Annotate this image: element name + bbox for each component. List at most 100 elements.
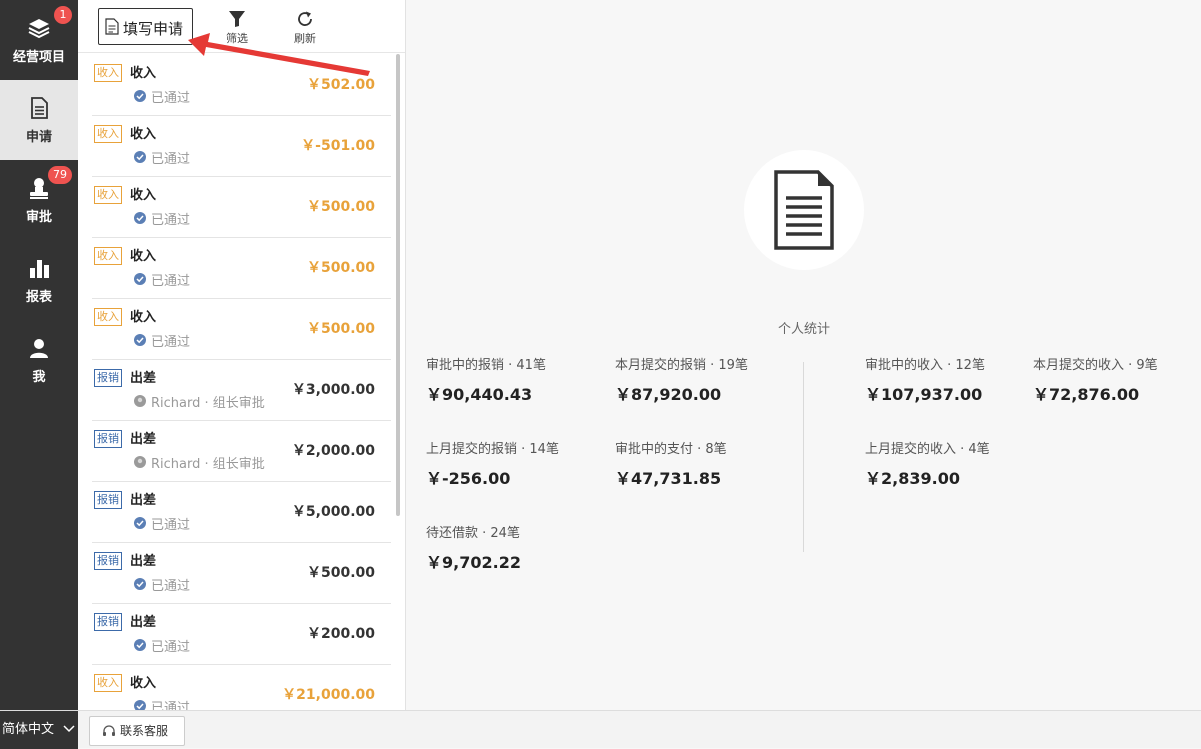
item-title: 收入 xyxy=(130,310,157,325)
type-tag: 收入 xyxy=(94,125,122,143)
type-tag: 报销 xyxy=(94,491,122,509)
check-circle-icon xyxy=(134,578,146,590)
filter-icon xyxy=(229,11,245,27)
item-status: Richard · 组长审批 xyxy=(151,396,265,411)
filter-label: 筛选 xyxy=(226,32,248,45)
stat-value: ￥90,440.43 xyxy=(426,385,533,404)
stat-label: 审批中的支付 · 8笔 xyxy=(615,442,727,457)
item-amount: ￥-501.00 xyxy=(301,138,375,154)
list-item[interactable]: 收入 收入 已通过 ￥500.00 xyxy=(92,238,391,299)
item-title: 收入 xyxy=(130,676,157,691)
item-status: 已通过 xyxy=(151,91,191,106)
item-amount: ￥500.00 xyxy=(306,321,375,337)
document-icon xyxy=(774,170,834,250)
nav-label-approval: 审批 xyxy=(25,210,52,225)
stats-panel: 个人统计 审批中的报销 · 41笔 ￥90,440.43 本月提交的报销 · 1… xyxy=(407,0,1201,710)
stat-label: 本月提交的报销 · 19笔 xyxy=(615,358,748,373)
language-selector[interactable]: 简体中文 xyxy=(0,711,78,749)
stat-value: ￥47,731.85 xyxy=(615,469,722,488)
refresh-icon xyxy=(298,11,312,26)
item-status: 已通过 xyxy=(151,640,191,655)
stat-label: 审批中的收入 · 12笔 xyxy=(865,358,985,373)
item-status: Richard · 组长审批 xyxy=(151,457,265,472)
list-item[interactable]: 收入 收入已通过 ￥502.00 xyxy=(92,55,391,116)
list-item[interactable]: 收入 收入 已通过 ￥-501.00 xyxy=(92,116,391,177)
list-item[interactable]: 收入 收入 已通过 ￥500.00 xyxy=(92,177,391,238)
list-item[interactable]: 报销 出差 已通过 ￥200.00 xyxy=(92,604,391,665)
approver-avatar-icon xyxy=(134,395,146,407)
check-circle-icon xyxy=(134,334,146,346)
item-title: 收入 xyxy=(130,249,157,264)
list-item[interactable]: 报销 出差 Richard · 组长审批 ￥2,000.00 xyxy=(92,421,391,482)
nav-item-me[interactable]: 我 xyxy=(0,320,78,400)
chevron-down-icon xyxy=(63,725,75,733)
list-item[interactable]: 报销 出差 已通过 ￥500.00 xyxy=(92,543,391,604)
bottom-bar: 简体中文 联系客服 xyxy=(0,710,1201,749)
application-list-panel: 填写申请 筛选 刷新 收入 收入 已通过 ￥502.00 收入 收入 已通过 ￥-501.00… xyxy=(78,0,406,710)
edit-document-icon xyxy=(105,18,119,35)
item-amount: ￥500.00 xyxy=(306,260,375,276)
item-amount: ￥502.00 xyxy=(306,77,375,93)
projects-badge: 1 xyxy=(54,6,72,24)
nav-item-approval[interactable]: 审批 79 xyxy=(0,160,78,240)
nav-label-projects: 经营项目 xyxy=(12,50,65,65)
item-amount: ￥500.00 xyxy=(306,565,375,581)
item-title: 出差 xyxy=(130,615,157,630)
stat-value: ￥107,937.00 xyxy=(865,385,983,404)
type-tag: 报销 xyxy=(94,613,122,631)
layers-icon xyxy=(28,19,50,39)
nav-label-reports: 报表 xyxy=(25,290,52,305)
stat-value: ￥2,839.00 xyxy=(865,469,960,488)
item-amount: ￥2,000.00 xyxy=(291,443,375,459)
nav-item-projects[interactable]: 经营项目 1 xyxy=(0,0,78,80)
check-circle-icon xyxy=(134,273,146,285)
contact-support-button[interactable]: 联系客服 xyxy=(89,716,185,746)
item-status: 已通过 xyxy=(151,518,191,533)
item-title: 出差 xyxy=(130,371,157,386)
document-icon xyxy=(31,97,48,119)
stat-month-reimbursement: 本月提交的报销 · 19笔 ￥87,920.00 xyxy=(615,354,748,405)
stat-label: 上月提交的报销 · 14笔 xyxy=(426,442,559,457)
type-tag: 收入 xyxy=(94,64,122,82)
stat-label: 本月提交的收入 · 9笔 xyxy=(1033,358,1158,373)
nav-label-me: 我 xyxy=(32,370,46,385)
item-amount: ￥3,000.00 xyxy=(291,382,375,398)
list-item[interactable]: 收入 收入 已通过 ￥500.00 xyxy=(92,299,391,360)
item-amount: ￥5,000.00 xyxy=(291,504,375,520)
check-circle-icon xyxy=(134,151,146,163)
stats-title: 个人统计 xyxy=(777,322,830,337)
list-item[interactable]: 报销 出差已通过 ￥5,000.00 xyxy=(92,482,391,543)
list-item[interactable]: 报销 出差 Richard · 组长审批 ￥3,000.00 xyxy=(92,360,391,421)
check-circle-icon xyxy=(134,639,146,651)
list-scrollbar[interactable] xyxy=(396,54,400,516)
refresh-label: 刷新 xyxy=(294,32,316,45)
item-title: 出差 xyxy=(130,554,157,569)
user-icon xyxy=(30,339,48,358)
stat-value: ￥87,920.00 xyxy=(615,385,722,404)
approver-avatar-icon xyxy=(134,456,146,468)
item-title: 收入 xyxy=(130,127,157,142)
nav-label-apply: 申请 xyxy=(25,130,52,145)
item-title: 出差 xyxy=(130,432,157,447)
refresh-button[interactable]: 刷新 xyxy=(285,10,325,50)
approval-badge: 79 xyxy=(48,166,72,184)
new-application-label: 填写申请 xyxy=(123,20,184,38)
stat-label: 审批中的报销 · 41笔 xyxy=(426,358,546,373)
nav-item-apply[interactable]: 申请 xyxy=(0,80,78,160)
nav-item-reports[interactable]: 报表 xyxy=(0,240,78,320)
item-title: 出差 xyxy=(130,493,157,508)
item-status: 已通过 xyxy=(151,701,191,710)
item-title: 收入 xyxy=(130,66,157,81)
filter-button[interactable]: 筛选 xyxy=(217,10,257,50)
list-item[interactable]: 收入 收入 已通过 ￥21,000.00 xyxy=(92,665,391,710)
list-toolbar: 填写申请 筛选 刷新 xyxy=(78,0,405,53)
check-circle-icon xyxy=(134,90,146,102)
stat-month-income: 本月提交的收入 · 9笔 ￥72,876.00 xyxy=(1033,354,1158,405)
stat-value: ￥72,876.00 xyxy=(1033,385,1140,404)
type-tag: 收入 xyxy=(94,186,122,204)
main-nav: 经营项目 1 申请 审批 79 报表 我 xyxy=(0,0,78,710)
new-application-button[interactable]: 填写申请 xyxy=(98,8,193,45)
stat-last-month-reimbursement: 上月提交的报销 · 14笔 ￥-256.00 xyxy=(426,438,559,489)
item-status: 已通过 xyxy=(151,213,191,228)
headset-icon xyxy=(103,725,115,736)
